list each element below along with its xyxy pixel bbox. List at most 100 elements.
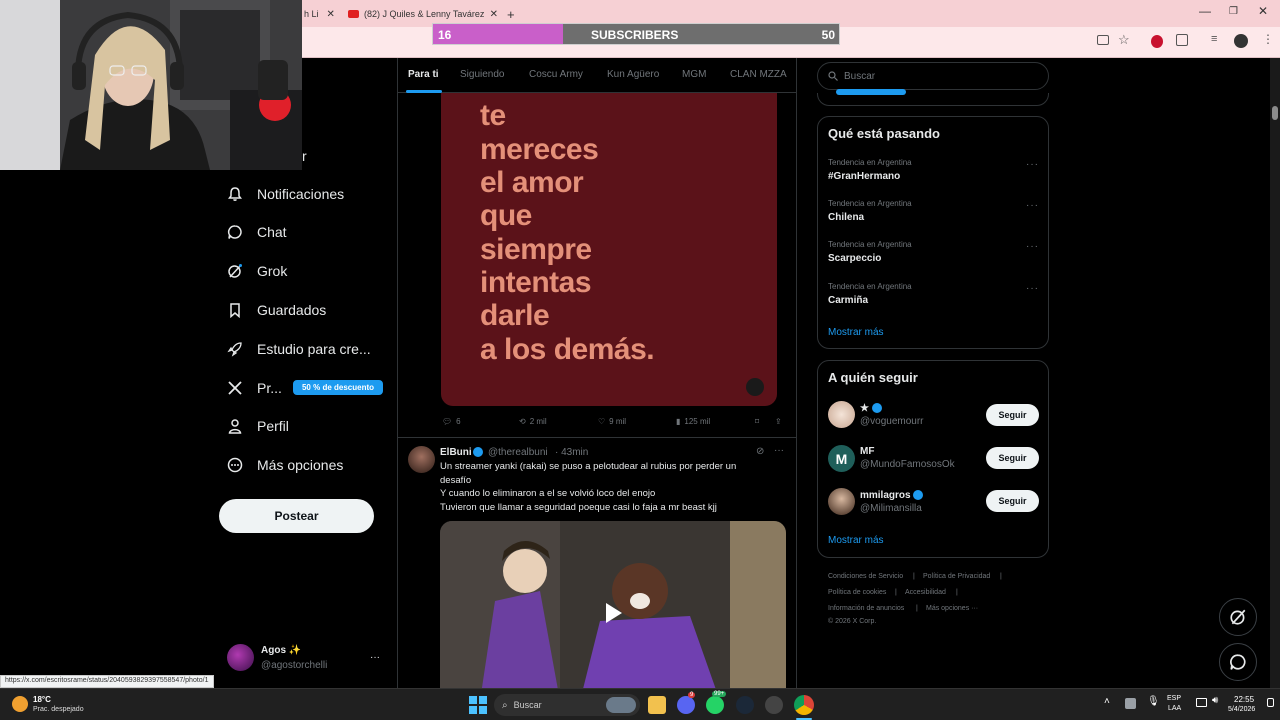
premium-discount-badge[interactable]: 50 % de descuento	[293, 380, 383, 395]
post-time[interactable]: · 43min	[555, 447, 588, 458]
volume-icon[interactable]: 🔊︎	[1212, 695, 1218, 706]
account-avatar[interactable]	[227, 644, 254, 671]
follow-name[interactable]: ★	[860, 403, 869, 414]
tab-coscu-army[interactable]: Coscu Army	[529, 69, 583, 80]
trend-item[interactable]: #GranHermano	[828, 171, 900, 182]
sidebar-item-perfil[interactable]: Perfil	[226, 411, 289, 441]
sidebar-item-premium[interactable]: Pr...	[226, 373, 282, 403]
chat-fab[interactable]	[1219, 643, 1257, 681]
trend-item[interactable]: Carmiña	[828, 295, 868, 306]
tray-chevron-icon[interactable]: ˄	[1104, 696, 1110, 707]
discord-icon[interactable]	[677, 696, 695, 714]
keyboard-layout[interactable]: LAA	[1168, 705, 1181, 712]
obs-icon[interactable]	[765, 696, 783, 714]
author-avatar[interactable]	[408, 446, 435, 473]
avatar[interactable]: M	[828, 445, 855, 472]
footer-link[interactable]: Política de cookies	[828, 589, 886, 596]
trend-item[interactable]: Chilena	[828, 212, 864, 223]
subscribe-button-fragment[interactable]	[836, 89, 906, 95]
new-tab-button[interactable]: +	[507, 4, 515, 24]
input-language[interactable]: ESP	[1167, 695, 1181, 702]
footer-link[interactable]: Más opciones ···	[926, 605, 978, 612]
sidebar-item-chat[interactable]: Chat	[226, 217, 287, 247]
trend-more-icon[interactable]: ···	[1026, 241, 1039, 252]
like-action[interactable]: ♡ 9 mil	[598, 417, 626, 426]
media-icon[interactable]: ≡	[1211, 33, 1217, 45]
repost-action[interactable]: ⟲ 2 mil	[519, 417, 547, 426]
weather-icon[interactable]	[12, 696, 28, 712]
scrollbar-thumb[interactable]	[1272, 106, 1278, 120]
post-more-icon[interactable]: ···	[774, 445, 784, 456]
reply-action[interactable]: 💬︎ 6	[442, 417, 461, 426]
start-button[interactable]	[469, 696, 487, 714]
tab-mgm[interactable]: MGM	[682, 69, 706, 80]
trend-more-icon[interactable]: ···	[1026, 200, 1039, 211]
follow-name[interactable]: MF	[860, 446, 874, 457]
sidebar-item-mas-opciones[interactable]: Más opciones	[226, 450, 343, 480]
trend-item[interactable]: Scarpeccio	[828, 253, 881, 264]
clock-date[interactable]: 5/4/2026	[1228, 706, 1255, 713]
post-video[interactable]	[440, 521, 786, 688]
weather-desc[interactable]: Prac. despejado	[33, 706, 84, 713]
author-handle[interactable]: @therealbuni	[488, 447, 548, 458]
footer-link[interactable]: Accesibilidad	[905, 589, 946, 596]
taskbar-search[interactable]: ⌕ Buscar	[494, 694, 640, 716]
sidebar-item-estudio[interactable]: Estudio para cre...	[226, 334, 371, 364]
tab-clan-mzza[interactable]: CLAN MZZA	[730, 69, 787, 80]
tab-close-icon[interactable]: ✕	[490, 9, 498, 20]
file-explorer-icon[interactable]	[648, 696, 666, 714]
tab-para-ti[interactable]: Para ti	[408, 69, 439, 80]
footer-link[interactable]: Condiciones de Servicio	[828, 573, 903, 580]
image-edit-icon[interactable]	[746, 378, 764, 396]
minimize-icon[interactable]: —	[1199, 4, 1211, 18]
post-button[interactable]: Postear	[219, 499, 374, 533]
footer-link[interactable]: Información de anuncios	[828, 605, 904, 612]
avatar[interactable]	[828, 401, 855, 428]
follow-show-more[interactable]: Mostrar más	[828, 535, 884, 546]
search-box[interactable]: Buscar	[817, 62, 1049, 90]
scrollbar[interactable]	[1270, 58, 1280, 688]
trend-more-icon[interactable]: ···	[1026, 283, 1039, 294]
network-icon[interactable]	[1196, 698, 1207, 707]
grok-fab[interactable]	[1219, 598, 1257, 636]
browser-menu-icon[interactable]: ⋮	[1262, 32, 1274, 46]
bookmark-action[interactable]: ⌑	[755, 417, 759, 426]
extensions-icon[interactable]	[1176, 34, 1188, 46]
avatar[interactable]	[828, 488, 855, 515]
grok-icon[interactable]: ⊘	[756, 446, 764, 457]
share-action[interactable]: ⇪	[775, 417, 782, 426]
post-image[interactable]: te mereces el amor que siempre intentas …	[441, 93, 777, 406]
profile-avatar[interactable]	[1234, 34, 1248, 48]
install-app-icon[interactable]	[1097, 35, 1109, 45]
weather-temp[interactable]: 18°C	[33, 695, 51, 704]
author-name[interactable]: ElBuni	[440, 447, 472, 458]
tab-kun-aguero[interactable]: Kun Agüero	[607, 69, 659, 80]
browser-tab-active[interactable]: (82) J Quiles & Lenny Tavárez Si ✕	[348, 4, 498, 24]
trend-more-icon[interactable]: ···	[1026, 159, 1039, 170]
footer-link[interactable]: Política de Privacidad	[923, 573, 990, 580]
tray-app-icon[interactable]	[1125, 698, 1136, 709]
follow-button[interactable]: Seguir	[986, 447, 1039, 469]
window-close-icon[interactable]: ✕	[1258, 4, 1268, 18]
views-action[interactable]: ▮ 125 mil	[676, 417, 710, 426]
whatsapp-icon[interactable]	[706, 696, 724, 714]
follow-button[interactable]: Seguir	[986, 404, 1039, 426]
sidebar-item-notificaciones[interactable]: Notificaciones	[226, 179, 344, 209]
sidebar-item-guardados[interactable]: Guardados	[226, 295, 326, 325]
tab-siguiendo[interactable]: Siguiendo	[460, 69, 504, 80]
steam-icon[interactable]	[736, 696, 754, 714]
post[interactable]: ElBuni @therealbuni · 43min ⊘ ··· Un str…	[398, 437, 796, 688]
notification-icon[interactable]	[1267, 698, 1274, 707]
account-more-icon[interactable]: ···	[370, 652, 380, 663]
follow-name[interactable]: mmilagros	[860, 490, 911, 501]
opera-extension-icon[interactable]	[1151, 35, 1163, 48]
browser-tab[interactable]: h Li ✕	[304, 4, 340, 24]
clock-time[interactable]: 22:55	[1234, 695, 1254, 704]
microphone-icon[interactable]: 🎙︎	[1147, 696, 1160, 707]
chrome-icon[interactable]	[794, 695, 814, 715]
sidebar-item-grok[interactable]: Grok	[226, 256, 287, 286]
trends-show-more[interactable]: Mostrar más	[828, 327, 884, 338]
tab-close-icon[interactable]: ✕	[327, 9, 335, 20]
restore-icon[interactable]: ❐	[1229, 6, 1238, 17]
follow-button[interactable]: Seguir	[986, 490, 1039, 512]
